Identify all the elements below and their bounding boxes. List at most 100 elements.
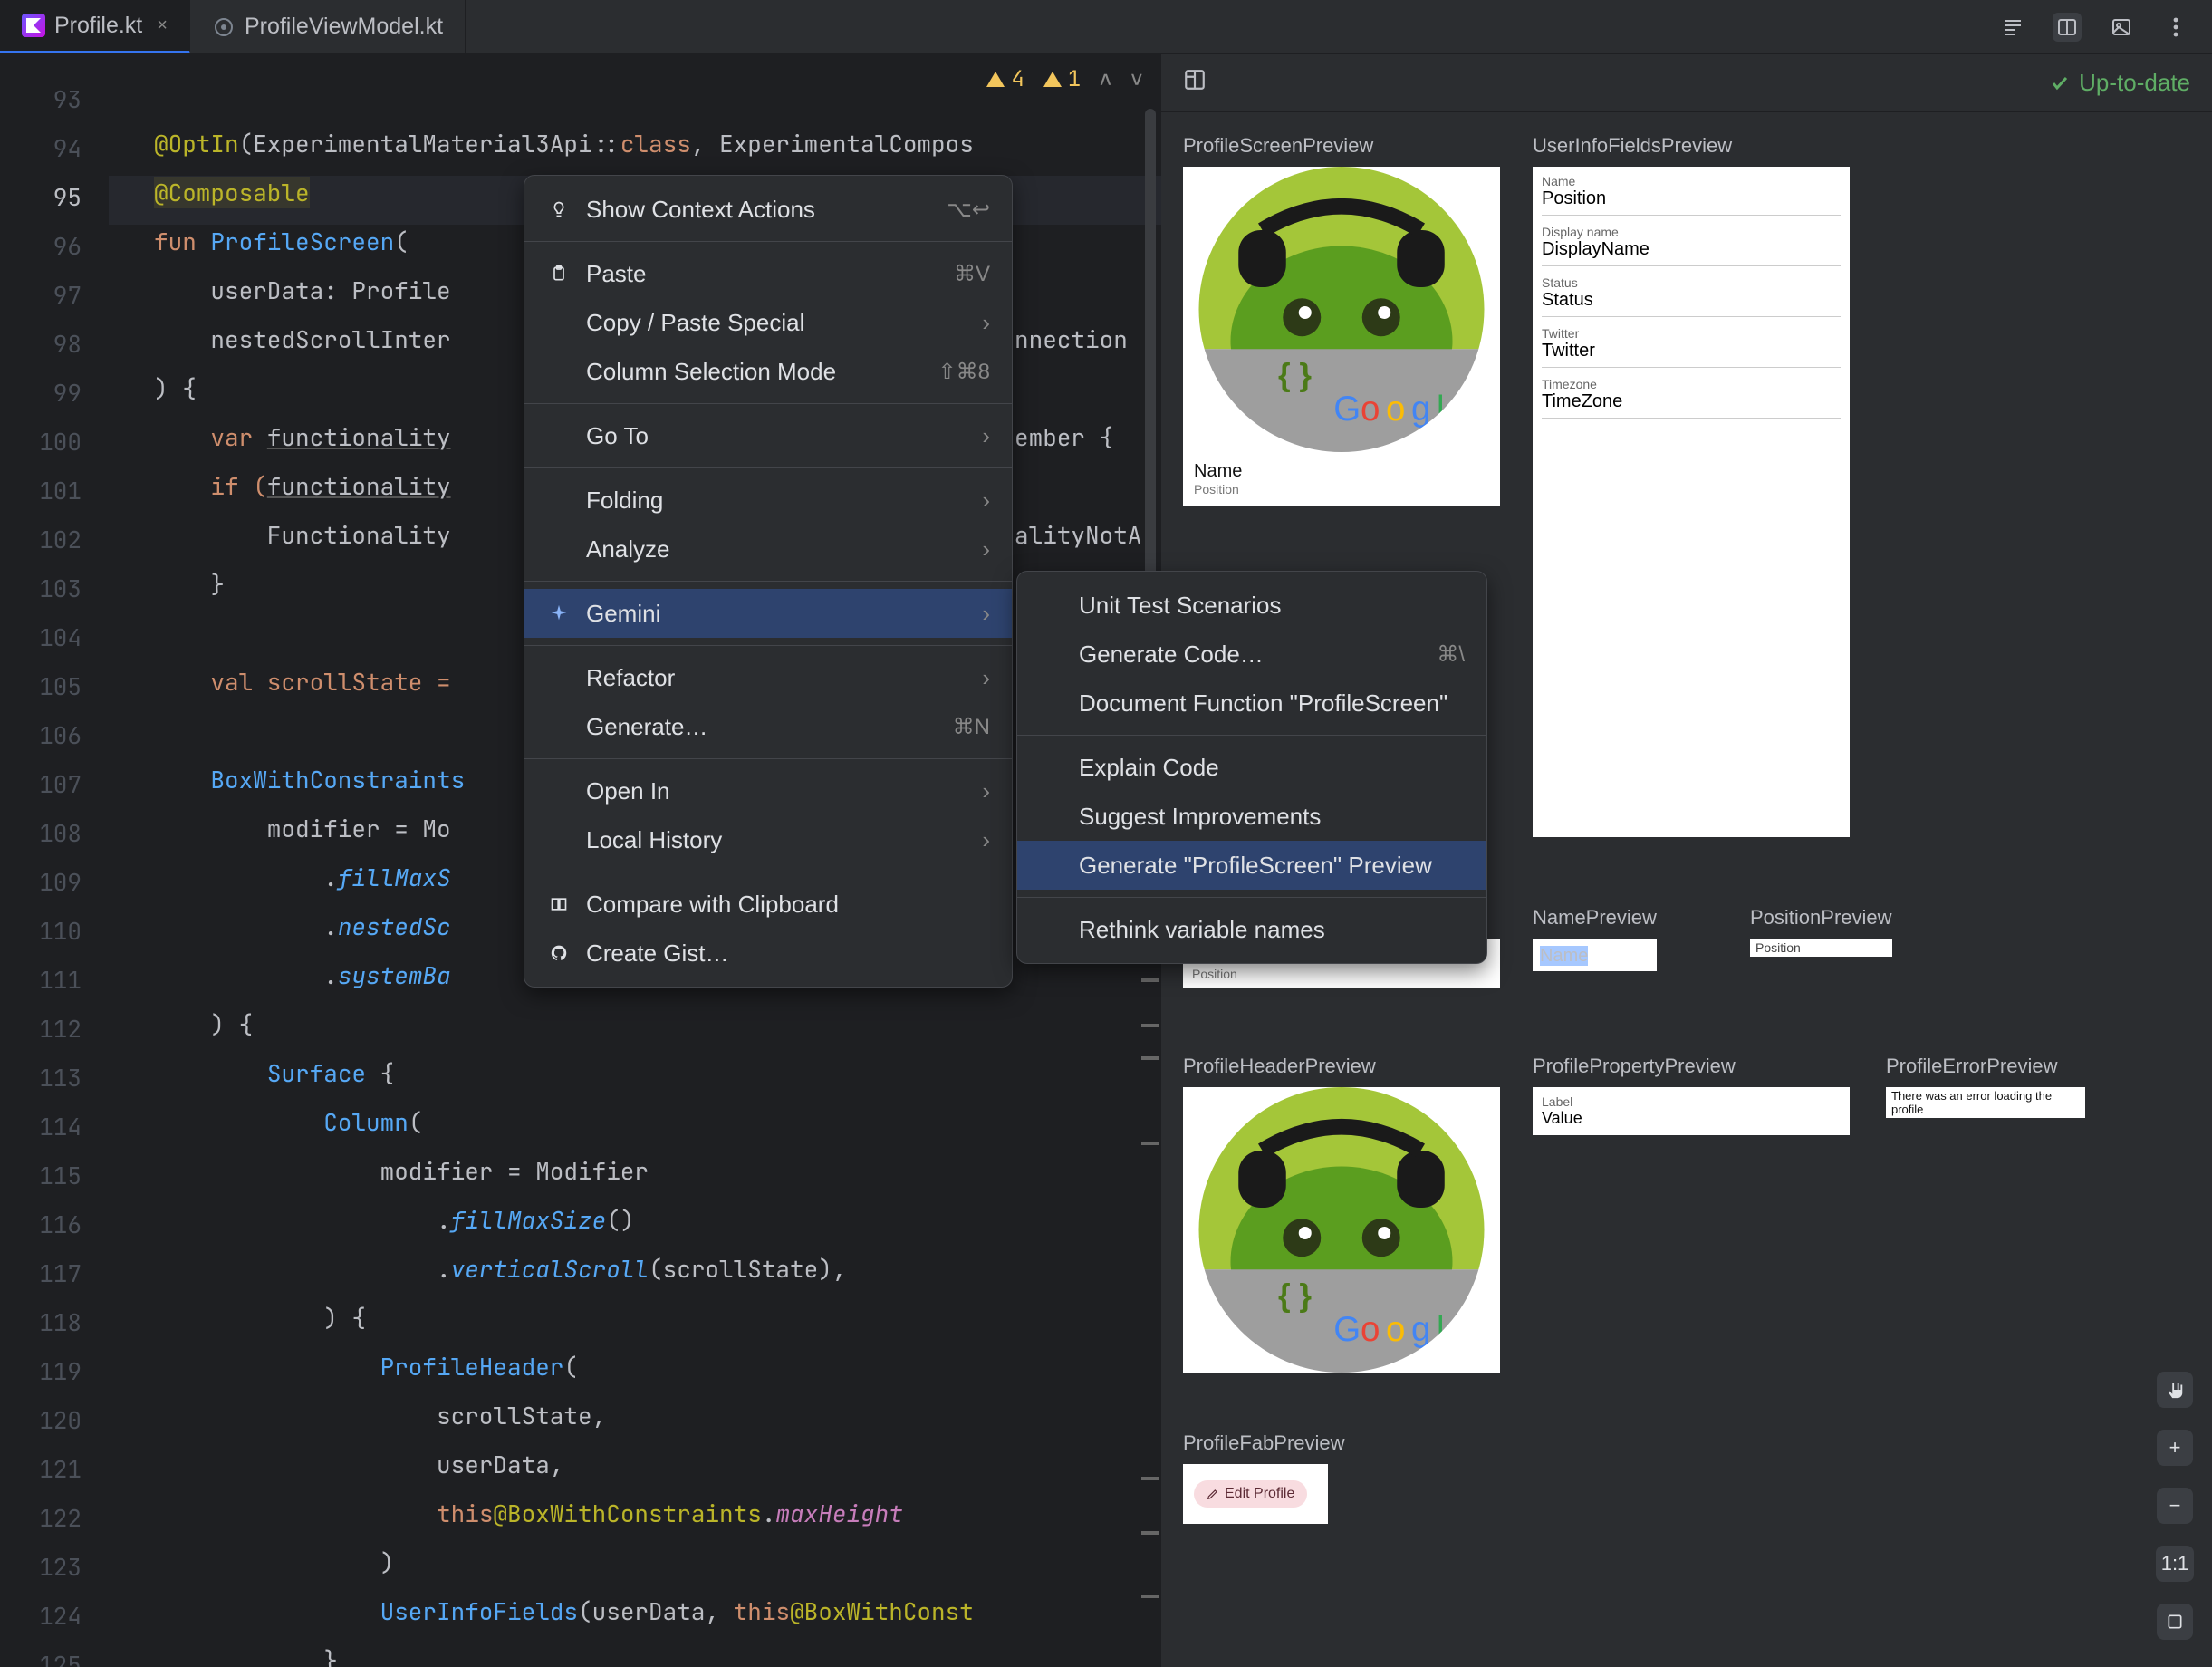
code-area[interactable]: @OptIn(ExperimentalMaterial3Api::class, … [154, 54, 239, 808]
svg-text:e: e [1453, 1310, 1472, 1349]
preview-card-position[interactable]: Position [1750, 939, 1892, 957]
svg-text:l: l [1437, 1310, 1445, 1349]
line-number: 95 [0, 181, 109, 213]
preview-status: Up-to-date [2050, 69, 2190, 97]
menu-item[interactable]: Compare with Clipboard [524, 880, 1012, 929]
preview-card-header[interactable]: { } Google [1183, 1087, 1500, 1373]
line-number: 102 [0, 524, 109, 555]
line-number: 120 [0, 1404, 109, 1436]
preview-title: ProfileHeaderPreview [1183, 1055, 1500, 1078]
preview-card-error[interactable]: There was an error loading the profile [1886, 1087, 2085, 1118]
gemini-submenu: Unit Test ScenariosGenerate Code…⌘\Docum… [1016, 571, 1487, 964]
svg-text:G: G [1333, 1310, 1361, 1349]
line-number: 107 [0, 768, 109, 800]
line-number: 93 [0, 83, 109, 115]
preview-title: UserInfoFieldsPreview [1533, 134, 1850, 158]
line-number: 114 [0, 1111, 109, 1142]
line-number: 109 [0, 866, 109, 898]
menu-item[interactable]: Unit Test Scenarios [1017, 581, 1486, 630]
line-number: 96 [0, 230, 109, 262]
menu-item[interactable]: Generate…⌘N [524, 702, 1012, 751]
more-icon[interactable] [2161, 13, 2190, 42]
line-number: 122 [0, 1502, 109, 1534]
preview-layout-icon[interactable] [1183, 68, 1207, 98]
prev-problem-icon[interactable]: ∧ [1099, 65, 1111, 93]
line-number: 121 [0, 1453, 109, 1485]
svg-text:g: g [1411, 390, 1430, 429]
preview-card-profilescreen[interactable]: { } Google Name Position [1183, 167, 1500, 506]
line-number: 97 [0, 279, 109, 311]
zoom-in-icon[interactable]: + [2157, 1430, 2193, 1466]
split-view-icon[interactable] [2053, 13, 2082, 42]
line-number: 110 [0, 915, 109, 947]
svg-text:o: o [1386, 1310, 1405, 1349]
line-number: 112 [0, 1013, 109, 1045]
preview-card-userinfo[interactable]: NamePositionDisplay nameDisplayNameStatu… [1533, 167, 1850, 837]
svg-text:{ }: { } [1278, 358, 1312, 393]
line-number: 108 [0, 817, 109, 849]
menu-item[interactable]: Document Function "ProfileScreen" [1017, 679, 1486, 728]
svg-text:e: e [1453, 390, 1472, 429]
line-number: 116 [0, 1209, 109, 1240]
line-number: 99 [0, 377, 109, 409]
line-number: 123 [0, 1551, 109, 1583]
svg-text:{ }: { } [1278, 1278, 1312, 1314]
line-number: 106 [0, 719, 109, 751]
svg-text:o: o [1361, 1310, 1380, 1349]
menu-item[interactable]: Go To› [524, 411, 1012, 460]
next-problem-icon[interactable]: ∨ [1130, 65, 1143, 93]
menu-item[interactable]: Open In› [524, 766, 1012, 815]
menu-item[interactable]: Gemini› [524, 589, 1012, 638]
image-preview-icon[interactable] [2107, 13, 2136, 42]
svg-text:l: l [1437, 390, 1445, 429]
tab-label: Profile.kt [54, 13, 142, 39]
menu-item[interactable]: Copy / Paste Special› [524, 298, 1012, 347]
zoom-reset[interactable]: 1:1 [2156, 1546, 2194, 1582]
file-tab-viewmodel[interactable]: ProfileViewModel.kt [190, 0, 466, 53]
preview-card-name[interactable]: Name [1533, 939, 1657, 971]
pan-tool-icon[interactable] [2157, 1372, 2193, 1408]
menu-item[interactable]: Create Gist… [524, 929, 1012, 978]
reader-mode-icon[interactable] [1998, 13, 2027, 42]
file-tab-profile[interactable]: Profile.kt × [0, 0, 190, 53]
menu-item[interactable]: Column Selection Mode⇧⌘8 [524, 347, 1012, 396]
svg-text:o: o [1386, 390, 1405, 429]
preview-title: ProfilePropertyPreview [1533, 1055, 1850, 1078]
tab-label: ProfileViewModel.kt [245, 14, 443, 40]
line-number: 105 [0, 670, 109, 702]
line-number: 94 [0, 132, 109, 164]
menu-item[interactable]: Generate "ProfileScreen" Preview [1017, 841, 1486, 890]
menu-item[interactable]: Generate Code…⌘\ [1017, 630, 1486, 679]
fit-screen-icon[interactable] [2157, 1604, 2193, 1640]
line-number: 111 [0, 964, 109, 996]
zoom-out-icon[interactable]: − [2157, 1488, 2193, 1524]
line-number: 117 [0, 1257, 109, 1289]
preview-card-property[interactable]: Label Value [1533, 1087, 1850, 1135]
line-number: 119 [0, 1355, 109, 1387]
svg-text:o: o [1361, 390, 1380, 429]
line-number: 104 [0, 622, 109, 653]
preview-title: ProfileScreenPreview [1183, 134, 1500, 158]
preview-title: PositionPreview [1750, 906, 1892, 930]
menu-item[interactable]: Local History› [524, 815, 1012, 864]
line-number: 101 [0, 475, 109, 506]
menu-item[interactable]: Paste⌘V [524, 249, 1012, 298]
line-number: 113 [0, 1062, 109, 1094]
android-avatar-icon: { } Google [1183, 1087, 1500, 1373]
menu-item[interactable]: Show Context Actions⌥↩ [524, 185, 1012, 234]
editor-scrollbar[interactable] [1145, 109, 1156, 616]
menu-item[interactable]: Explain Code [1017, 743, 1486, 792]
android-avatar-icon: { } Google [1183, 167, 1500, 452]
menu-item[interactable]: Rethink variable names [1017, 905, 1486, 954]
line-number: 125 [0, 1649, 109, 1667]
menu-item[interactable]: Folding› [524, 476, 1012, 525]
preview-title: ProfileErrorPreview [1886, 1055, 2085, 1078]
preview-card-fab[interactable]: Edit Profile [1183, 1464, 1328, 1524]
kotlin-icon [22, 14, 45, 37]
menu-item[interactable]: Analyze› [524, 525, 1012, 573]
preview-title: NamePreview [1533, 906, 1657, 930]
context-menu: Show Context Actions⌥↩ Paste⌘VCopy / Past… [524, 175, 1013, 988]
menu-item[interactable]: Refactor› [524, 653, 1012, 702]
menu-item[interactable]: Suggest Improvements [1017, 792, 1486, 841]
tab-close-icon[interactable]: × [157, 15, 168, 36]
